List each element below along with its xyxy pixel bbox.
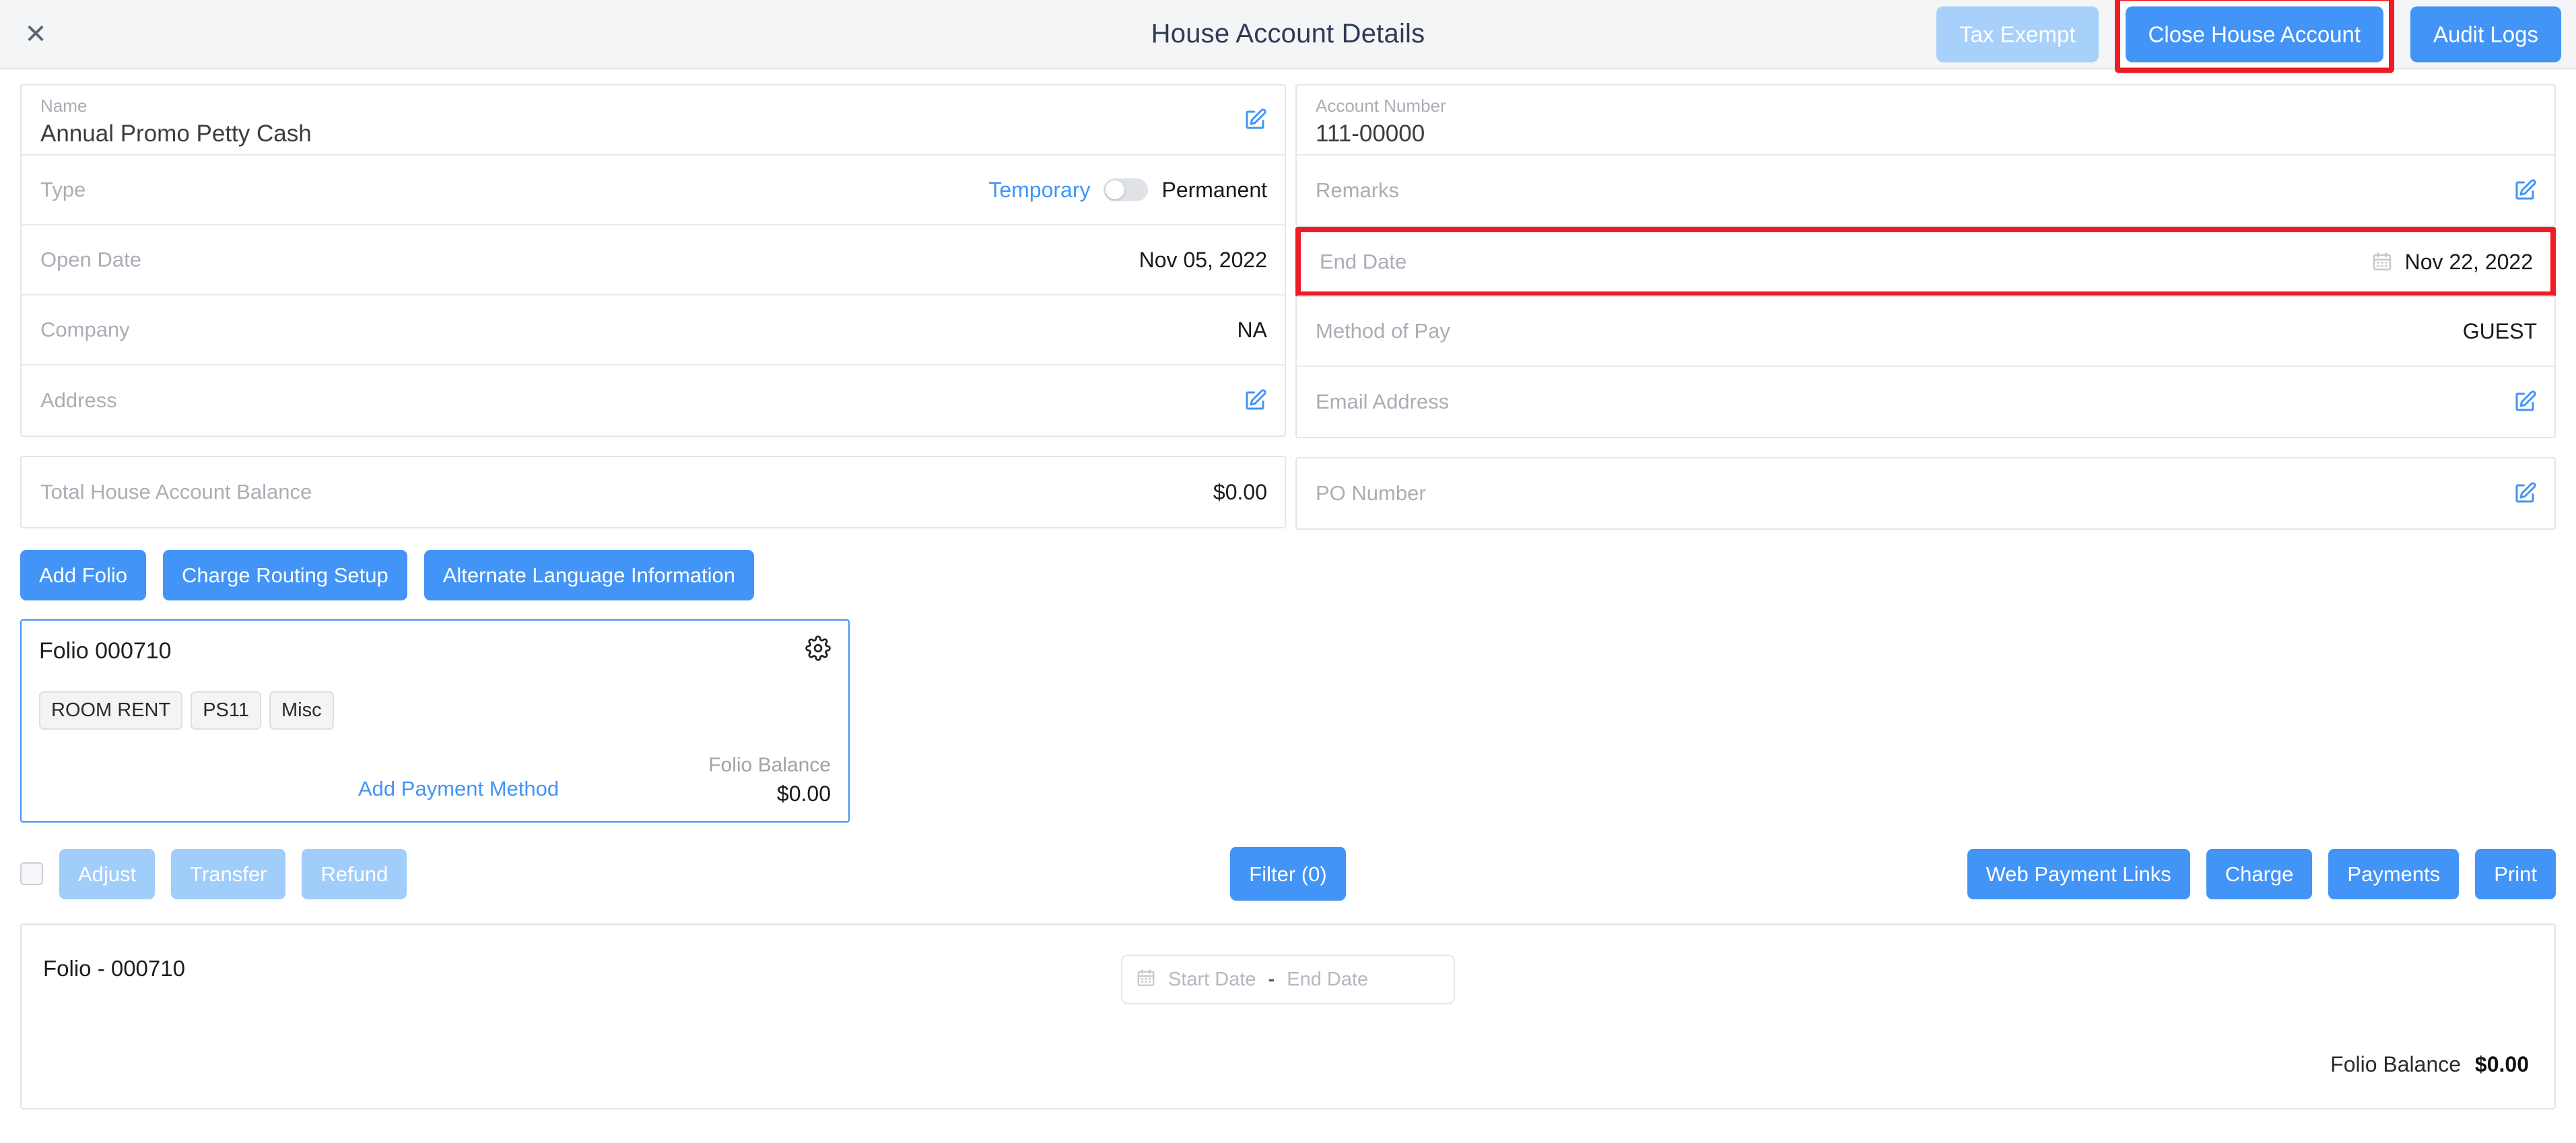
field-total-balance-label: Total House Account Balance xyxy=(40,480,312,504)
field-type-label: Type xyxy=(40,178,86,202)
folio-detail-balance: Folio Balance $0.00 xyxy=(2330,1052,2529,1077)
field-email-address-label: Email Address xyxy=(1316,390,1449,414)
house-account-details-page: ✕ House Account Details Tax Exempt Close… xyxy=(0,0,2576,1143)
field-email-address[interactable]: Email Address xyxy=(1297,367,2554,437)
audit-logs-button[interactable]: Audit Logs xyxy=(2410,6,2561,62)
field-open-date: Open Date Nov 05, 2022 xyxy=(22,226,1285,296)
type-option-temporary[interactable]: Temporary xyxy=(988,178,1090,203)
add-folio-button[interactable]: Add Folio xyxy=(20,550,146,600)
field-account-number-value: 111-00000 xyxy=(1316,120,1425,147)
filter-button[interactable]: Filter (0) xyxy=(1230,847,1345,901)
field-end-date-label: End Date xyxy=(1320,250,1406,274)
close-house-account-button[interactable]: Close House Account xyxy=(2126,6,2384,62)
type-toggle-switch[interactable] xyxy=(1104,178,1148,201)
left-details-card: Name Annual Promo Petty Cash Type Tempor… xyxy=(20,84,1286,437)
folio-detail-title: Folio - 000710 xyxy=(43,956,185,981)
toolbar-right-group: Web Payment Links Charge Payments Print xyxy=(1967,847,2556,901)
folio-detail-balance-label: Folio Balance xyxy=(2330,1052,2461,1076)
end-date-input[interactable]: End Date xyxy=(1287,969,1368,991)
folio-chip[interactable]: Misc xyxy=(269,691,334,730)
folio-chip[interactable]: ROOM RENT xyxy=(39,691,182,730)
field-company-label: Company xyxy=(40,318,130,342)
field-name-label: Name xyxy=(40,96,87,116)
field-name-value: Annual Promo Petty Cash xyxy=(40,120,312,147)
field-type: Type Temporary Permanent xyxy=(22,155,1285,226)
add-payment-method-link[interactable]: Add Payment Method xyxy=(358,777,559,801)
field-open-date-label: Open Date xyxy=(40,248,141,272)
right-card-spacer xyxy=(1295,438,2556,457)
field-po-number-label: PO Number xyxy=(1316,481,1426,506)
date-range-picker[interactable]: Start Date - End Date xyxy=(1121,955,1455,1004)
po-number-card: PO Number xyxy=(1295,457,2556,530)
form-left-column: Name Annual Promo Petty Cash Type Tempor… xyxy=(0,84,1286,530)
field-total-house-account-balance: Total House Account Balance $0.00 xyxy=(22,457,1285,527)
folio-balance-label: Folio Balance xyxy=(708,754,831,777)
field-open-date-value: Nov 05, 2022 xyxy=(1139,248,1267,273)
payments-button[interactable]: Payments xyxy=(2328,849,2459,899)
charge-button[interactable]: Charge xyxy=(2206,849,2313,899)
folio-card-title: Folio 000710 xyxy=(39,638,172,664)
calendar-icon xyxy=(1136,968,1156,992)
gear-icon[interactable] xyxy=(805,635,831,664)
folio-balance-value: $0.00 xyxy=(708,782,831,806)
field-method-of-pay-value: GUEST xyxy=(2463,319,2537,344)
folio-action-buttons: Add Folio Charge Routing Setup Alternate… xyxy=(0,530,2576,600)
calendar-icon[interactable] xyxy=(2371,251,2393,273)
edit-icon[interactable] xyxy=(1243,388,1267,413)
alternate-language-information-button[interactable]: Alternate Language Information xyxy=(424,550,754,600)
edit-icon[interactable] xyxy=(2513,390,2537,414)
field-company: Company NA xyxy=(22,296,1285,366)
header-actions: Tax Exempt Close House Account Audit Log… xyxy=(1936,0,2561,73)
print-button[interactable]: Print xyxy=(2475,849,2556,899)
type-option-permanent[interactable]: Permanent xyxy=(1161,178,1267,203)
field-company-value: NA xyxy=(1238,318,1267,343)
charge-routing-setup-button[interactable]: Charge Routing Setup xyxy=(163,550,407,600)
folio-detail-panel: Folio - 000710 Start Date - End Date Fol… xyxy=(20,924,2556,1109)
type-toggle-group[interactable]: Temporary Permanent xyxy=(988,178,1267,203)
close-house-account-highlight: Close House Account xyxy=(2115,0,2395,73)
field-total-balance-value: $0.00 xyxy=(1213,480,1267,505)
field-end-date[interactable]: End Date Nov 22, 2022 xyxy=(1301,232,2550,291)
edit-icon[interactable] xyxy=(2513,178,2537,203)
right-details-card-top: Account Number 111-00000 Remarks xyxy=(1295,84,2556,227)
end-date-highlight: End Date Nov 22, 2022 xyxy=(1295,227,2556,297)
field-address-label: Address xyxy=(40,388,117,413)
form-right-column: Account Number 111-00000 Remarks End Dat xyxy=(1286,84,2576,530)
edit-icon[interactable] xyxy=(1243,108,1267,132)
folio-chip[interactable]: PS11 xyxy=(191,691,261,730)
left-card-spacer xyxy=(20,437,1286,456)
field-account-number: Account Number 111-00000 xyxy=(1297,85,2554,155)
date-range-separator: - xyxy=(1268,969,1275,991)
folio-detail-balance-value: $0.00 xyxy=(2475,1052,2529,1076)
tax-exempt-button[interactable]: Tax Exempt xyxy=(1936,6,2098,62)
edit-icon[interactable] xyxy=(2513,481,2537,506)
toggle-knob xyxy=(1106,180,1124,199)
field-address[interactable]: Address xyxy=(22,366,1285,436)
field-remarks[interactable]: Remarks xyxy=(1297,155,2554,226)
total-balance-card: Total House Account Balance $0.00 xyxy=(20,456,1286,528)
field-method-of-pay-label: Method of Pay xyxy=(1316,319,1450,343)
folio-chips: ROOM RENT PS11 Misc xyxy=(39,691,334,730)
field-method-of-pay: Method of Pay GUEST xyxy=(1297,297,2554,367)
field-account-number-label: Account Number xyxy=(1316,96,1446,116)
titlebar: ✕ House Account Details Tax Exempt Close… xyxy=(0,0,2576,69)
field-name[interactable]: Name Annual Promo Petty Cash xyxy=(22,85,1285,155)
field-po-number[interactable]: PO Number xyxy=(1297,458,2554,528)
web-payment-links-button[interactable]: Web Payment Links xyxy=(1967,849,2190,899)
field-end-date-value: Nov 22, 2022 xyxy=(2405,250,2533,275)
start-date-input[interactable]: Start Date xyxy=(1168,969,1256,991)
account-details-form: Name Annual Promo Petty Cash Type Tempor… xyxy=(0,69,2576,530)
folio-card-balance: Folio Balance $0.00 xyxy=(708,754,831,806)
folio-toolbar: Adjust Transfer Refund Filter (0) Web Pa… xyxy=(0,847,2576,901)
field-remarks-label: Remarks xyxy=(1316,178,1399,203)
right-details-card-bottom: Method of Pay GUEST Email Address xyxy=(1295,296,2556,438)
folio-card[interactable]: Folio 000710 ROOM RENT PS11 Misc Add Pay… xyxy=(20,619,850,823)
